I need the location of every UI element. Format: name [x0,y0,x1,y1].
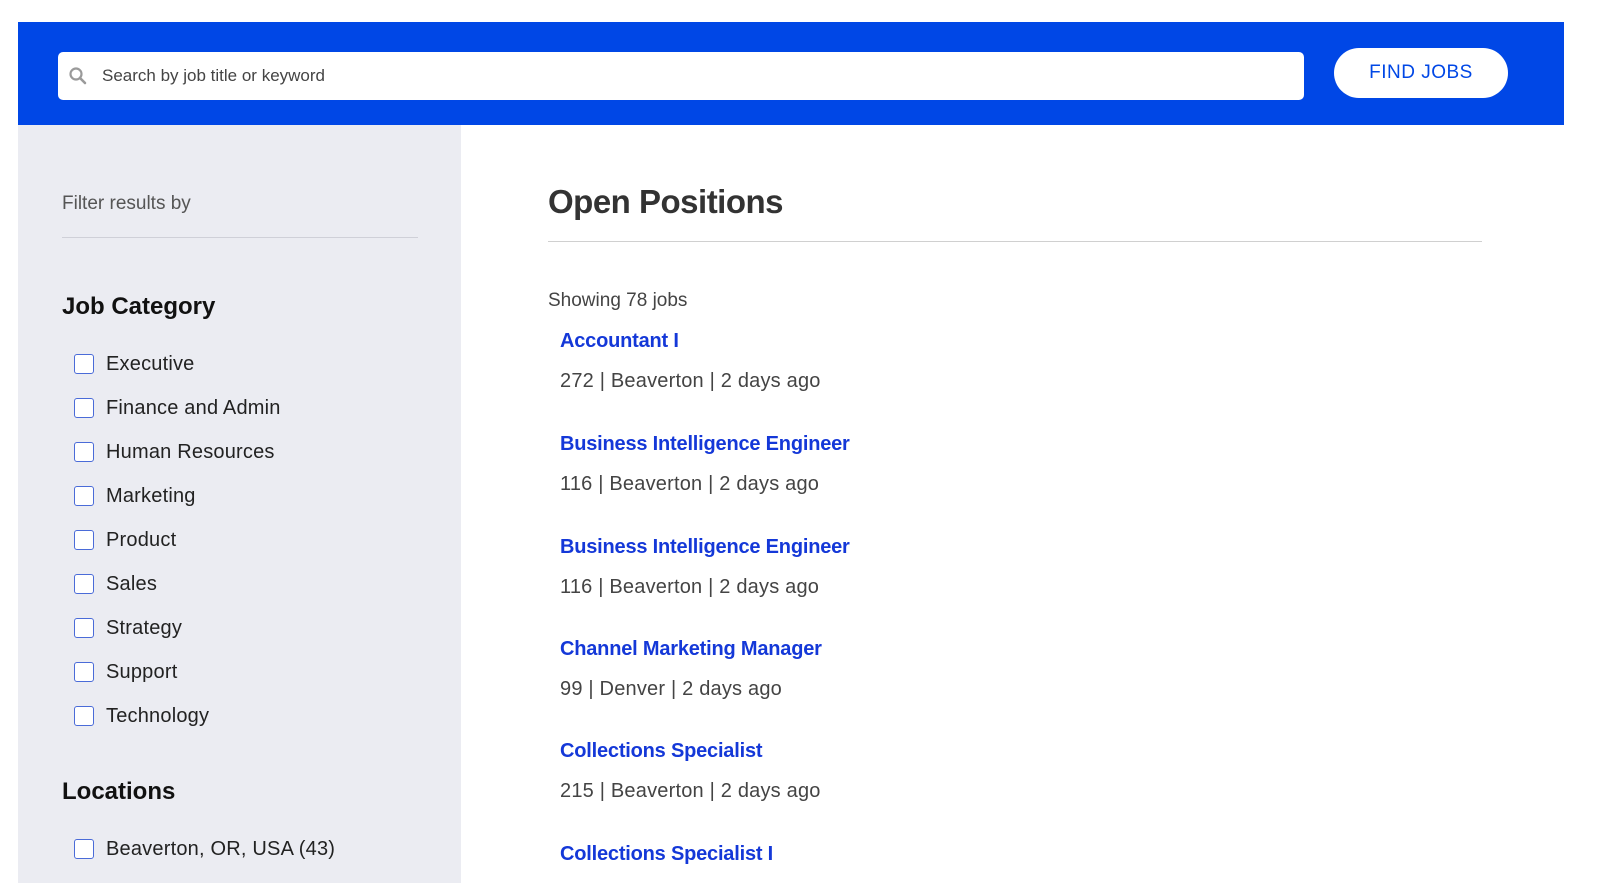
job-meta: 116 | Beaverton | 2 days ago [560,576,820,598]
checkbox-label: Strategy [106,616,183,639]
job-category-title: Job Category [62,293,216,320]
filter-option-marketing[interactable]: Marketing [74,483,196,509]
job-listing: Channel Marketing Manager 99 | Denver | … [560,638,822,701]
checkbox[interactable] [74,398,94,418]
job-listing: Business Intelligence Engineer 116 | Bea… [560,433,850,496]
job-listing: Collections Specialist 215 | Beaverton |… [560,740,821,803]
find-jobs-button[interactable]: FIND JOBS [1334,48,1508,98]
checkbox-label: Sales [106,572,158,595]
job-listing: Accountant I 272 | Beaverton | 2 days ag… [560,330,821,393]
job-meta: 215 | Beaverton | 2 days ago [560,780,821,802]
filter-option-finance-and-admin[interactable]: Finance and Admin [74,395,281,421]
checkbox-label: Human Resources [106,440,275,463]
job-results: Open Positions Showing 78 jobs Accountan… [461,125,1600,883]
job-meta: 116 | Beaverton | 2 days ago [560,473,820,495]
job-title-link[interactable]: Collections Specialist I [560,843,773,866]
job-meta: 99 | Denver | 2 days ago [560,678,782,700]
job-title-link[interactable]: Business Intelligence Engineer [560,433,850,456]
filter-divider [62,237,418,238]
checkbox-label: Beaverton, OR, USA (43) [106,837,336,860]
title-divider [548,241,1482,242]
job-title-link[interactable]: Business Intelligence Engineer [560,536,850,559]
checkbox[interactable] [74,618,94,638]
checkbox[interactable] [74,530,94,550]
results-count: Showing 78 jobs [548,290,688,311]
filter-option-technology[interactable]: Technology [74,703,209,729]
search-box[interactable] [58,52,1304,100]
filter-option-strategy[interactable]: Strategy [74,615,182,641]
job-title-link[interactable]: Collections Specialist [560,740,821,763]
search-header: FIND JOBS [18,22,1564,125]
filter-option-sales[interactable]: Sales [74,571,157,597]
job-title-link[interactable]: Accountant I [560,330,821,353]
checkbox-label: Executive [106,352,195,375]
filter-option-location-beaverton[interactable]: Beaverton, OR, USA (43) [74,836,335,862]
job-meta: 272 | Beaverton | 2 days ago [560,370,821,392]
checkbox-label: Marketing [106,484,196,507]
checkbox[interactable] [74,442,94,462]
checkbox[interactable] [74,662,94,682]
checkbox[interactable] [74,354,94,374]
page-title: Open Positions [548,183,784,220]
checkbox[interactable] [74,706,94,726]
checkbox-label: Support [106,660,178,683]
checkbox-label: Product [106,528,177,551]
job-listing: Business Intelligence Engineer 116 | Bea… [560,536,850,599]
locations-title: Locations [62,778,176,805]
checkbox[interactable] [74,574,94,594]
filter-option-support[interactable]: Support [74,659,177,685]
checkbox[interactable] [74,839,94,859]
search-input[interactable] [102,52,1292,100]
filter-title: Filter results by [62,193,191,214]
checkbox-label: Technology [106,704,210,727]
job-title-link[interactable]: Channel Marketing Manager [560,638,822,661]
filter-option-executive[interactable]: Executive [74,351,195,377]
checkbox-label: Finance and Admin [106,396,281,419]
filter-option-human-resources[interactable]: Human Resources [74,439,275,465]
job-listing: Collections Specialist I [560,843,773,866]
filter-sidebar: Filter results by Job Category Executive… [18,125,461,883]
filter-option-product[interactable]: Product [74,527,176,553]
checkbox[interactable] [74,486,94,506]
search-icon [69,67,87,85]
